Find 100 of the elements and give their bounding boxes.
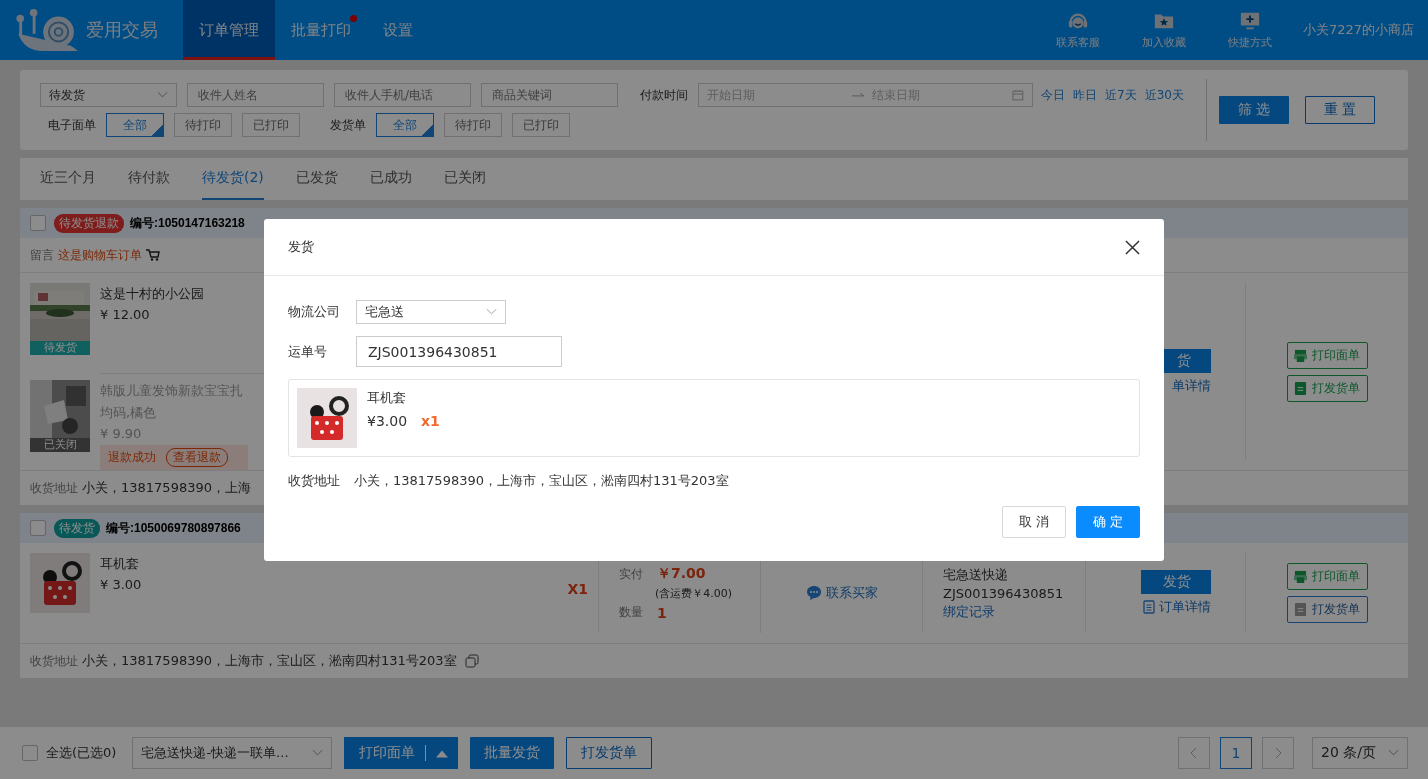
page-number-button[interactable]: 1 [1220, 737, 1252, 769]
date-shortcut-link[interactable]: 近30天 [1144, 86, 1184, 104]
search-field[interactable]: 收件人手机/电话 [334, 83, 471, 107]
contact-buyer-link[interactable]: 联系买家 [805, 584, 878, 602]
order-tab[interactable]: 待发货(2) [202, 158, 264, 200]
quick-link[interactable]: 联系客服 [1034, 0, 1121, 60]
status-badge: 待发货退款 [54, 213, 124, 233]
close-icon[interactable] [1125, 239, 1140, 255]
filter-label: 发货单 [330, 116, 366, 134]
shipping-address: 小关，13817598390，上海市，宝山区，淞南四村131号203室 [354, 472, 729, 490]
quantity-mark: X1 [567, 581, 588, 597]
filter-toggle[interactable]: 待打印 [174, 113, 232, 137]
order-tab[interactable]: 已成功 [369, 158, 412, 200]
order-tab[interactable]: 已关闭 [443, 158, 486, 200]
product-title[interactable]: 耳机套 [100, 555, 142, 573]
reset-button[interactable]: 重 置 [1304, 96, 1375, 124]
quick-link[interactable]: 加入收藏 [1120, 0, 1207, 60]
item-status-label: 待发货 [30, 341, 90, 355]
filter-button[interactable]: 筛 选 [1218, 96, 1289, 124]
status-select[interactable]: 待发货 [40, 83, 177, 107]
bind-record-link[interactable]: 绑定记录 [943, 602, 1085, 621]
quick-link[interactable]: 快捷方式 [1206, 0, 1293, 60]
document-icon [1294, 381, 1307, 395]
page-size-select[interactable]: 20 条/页 [1312, 737, 1408, 769]
calendar-icon [1012, 89, 1024, 101]
shipping-address: 小关，13817598390，上海市，宝山区，淞南四村131号203室 [82, 652, 457, 670]
product-title: 耳机套 [367, 389, 407, 407]
filter-toggle[interactable]: 已打印 [512, 113, 570, 137]
ship-button[interactable]: 发货 [1141, 570, 1211, 594]
nav-tab[interactable]: 批量打印 [275, 0, 367, 60]
quantity-label: 数量 [619, 604, 643, 621]
paid-label: 实付 [619, 565, 643, 583]
filter-label: 电子面单 [48, 116, 96, 134]
order-number: 编号:1050069780897866 [106, 519, 241, 537]
caret-up-icon [436, 748, 449, 758]
product-price: ¥ 3.00 [100, 577, 142, 592]
order-tab[interactable]: 近三个月 [40, 158, 96, 200]
product-price: ¥3.00 [367, 413, 408, 429]
quantity-mark: x1 [421, 413, 440, 429]
cart-icon [146, 249, 160, 261]
print-button[interactable]: 打印面单 [1286, 341, 1368, 369]
print-button[interactable]: 打发货单 [1286, 374, 1368, 402]
filter-toggle[interactable]: 待打印 [444, 113, 502, 137]
dialog-title: 发货 [288, 238, 314, 256]
checkbox[interactable] [30, 520, 46, 536]
nav-tab[interactable]: 设置 [367, 0, 429, 60]
shipping-fee: (含运费￥4.00) [654, 586, 734, 601]
chevron-down-icon [486, 308, 497, 316]
view-refund-button[interactable]: 查看退款 [166, 448, 228, 467]
product-title[interactable]: 这是十村的小公园 [100, 285, 204, 303]
chevron-right-icon [1274, 747, 1282, 759]
printer-icon [1294, 570, 1307, 583]
print-button[interactable]: 打发货单 [1286, 596, 1368, 623]
field-label: 运单号 [288, 342, 328, 361]
order-tab[interactable]: 已发货 [295, 158, 338, 200]
chevron-down-icon [157, 91, 168, 99]
buyer-message: 这是购物车订单 [58, 246, 142, 264]
notification-dot [350, 15, 357, 22]
tracking-number: ZJS001396430851 [943, 585, 1065, 601]
tracking-number-field[interactable]: ZJS001396430851 [356, 336, 562, 367]
date-shortcut-link[interactable]: 昨日 [1073, 86, 1097, 104]
order-detail-link[interactable]: 订单详情 [1143, 598, 1211, 616]
product-price: ¥ 9.90 [100, 426, 143, 441]
status-badge: 待发货 [54, 518, 100, 538]
chevron-down-icon [1388, 749, 1399, 757]
order-tab[interactable]: 待付款 [128, 158, 170, 200]
item-status-label: 已关闭 [30, 438, 90, 452]
message-label: 留言 [30, 246, 54, 264]
confirm-button[interactable]: 确 定 [1076, 506, 1140, 538]
address-label: 收货地址 [288, 472, 341, 490]
print-split-button[interactable]: 打印面单 [344, 737, 459, 769]
chevron-left-icon [1190, 747, 1198, 759]
chat-bubble-icon [805, 585, 822, 601]
print-button[interactable]: 打印面单 [1286, 563, 1368, 590]
shipping-address: 小关，13817598390，上海 [82, 479, 251, 497]
order-detail-link[interactable]: 单详情 [1172, 376, 1211, 395]
order-number: 编号:1050147163218 [130, 214, 245, 232]
printer-icon [1294, 348, 1307, 362]
date-shortcut-link[interactable]: 今日 [1041, 86, 1065, 104]
shop-name[interactable]: 小关7227的小商店 [1292, 0, 1428, 60]
search-field[interactable]: 收件人姓名 [187, 83, 324, 107]
date-shortcut-link[interactable]: 近7天 [1105, 86, 1137, 104]
refund-status: 退款成功 [108, 449, 156, 466]
product-price: ¥ 12.00 [100, 307, 151, 322]
nav-tab[interactable]: 订单管理 [183, 0, 275, 60]
document-icon [1294, 603, 1307, 616]
courier-select[interactable]: 宅急送 [356, 300, 506, 324]
previous-page-button[interactable] [1178, 737, 1210, 769]
copy-icon[interactable] [464, 654, 479, 668]
address-label: 收货地址 [30, 652, 78, 670]
cancel-button[interactable]: 取 消 [1002, 506, 1066, 538]
search-field[interactable]: 商品关键词 [481, 83, 618, 107]
template-select[interactable]: 宅急送快递-快递一联单... [132, 737, 333, 769]
select-all-label: 全选(已选0) [46, 744, 117, 762]
print-invoice-button[interactable]: 打发货单 [566, 737, 653, 769]
next-page-button[interactable] [1262, 737, 1294, 769]
batch-ship-button[interactable]: 批量发货 [470, 737, 555, 769]
checkbox[interactable] [22, 745, 38, 761]
filter-toggle[interactable]: 已打印 [242, 113, 300, 137]
checkbox[interactable] [30, 215, 46, 231]
